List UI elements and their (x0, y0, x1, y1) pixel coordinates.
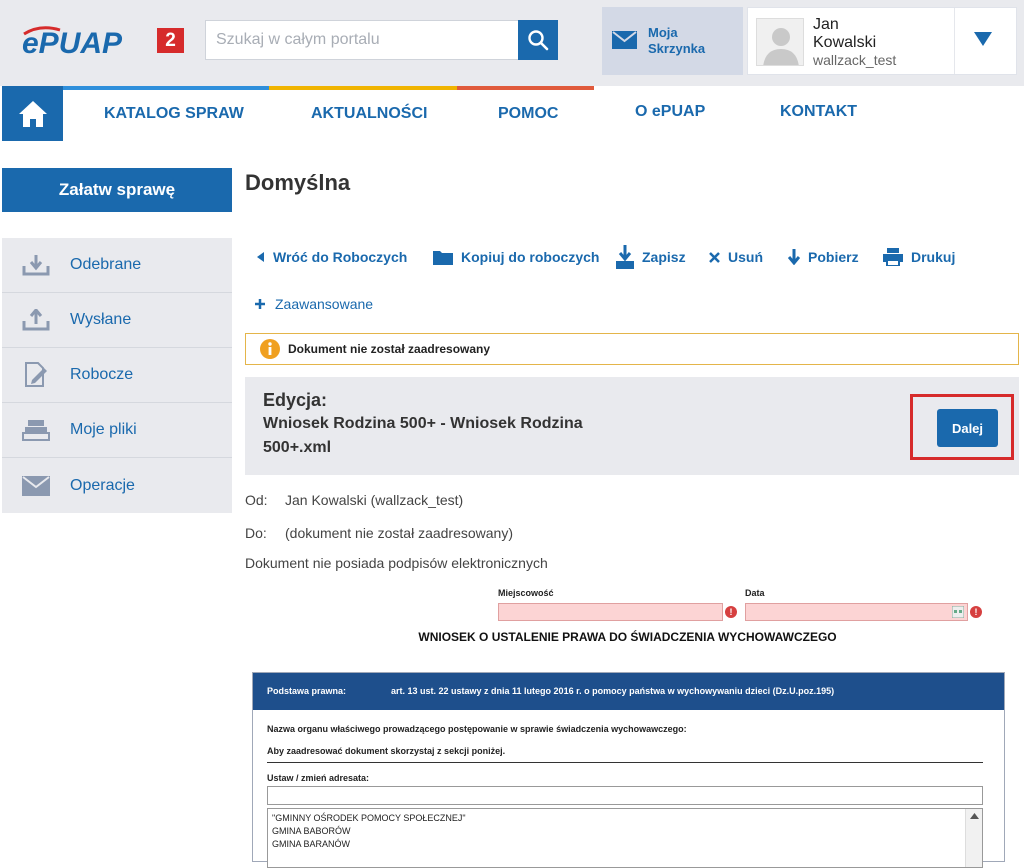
signature-note: Dokument nie posiada podpisów elektronic… (245, 555, 548, 571)
epuap-logo[interactable]: ePUAP 2 (20, 22, 190, 60)
svg-text:ePUAP: ePUAP (22, 27, 123, 58)
advanced-toggle[interactable]: Zaawansowane (255, 296, 373, 312)
nav-accent-2 (269, 86, 457, 90)
edit-label: Edycja: (263, 390, 328, 410)
search-button[interactable] (518, 20, 558, 60)
place-input[interactable] (498, 603, 723, 621)
date-label: Data (745, 588, 765, 598)
download-tray-icon (22, 255, 50, 276)
copy-to-drafts-button[interactable]: Kopiuj do roboczych (433, 244, 599, 270)
error-icon: ! (970, 606, 982, 618)
search-icon (528, 30, 549, 51)
save-button[interactable]: Zapisz (616, 244, 686, 270)
recipient-line: Do: (dokument nie został zaadresowany) (245, 525, 514, 541)
user-login: wallzack_test (813, 52, 897, 68)
application-form: Podstawa prawna: art. 13 ust. 22 ustawy … (252, 672, 1005, 868)
set-address-label: Ustaw / zmień adresata: (267, 773, 370, 783)
error-icon: ! (725, 606, 737, 618)
edit-document-icon (25, 362, 47, 387)
scroll-up-icon[interactable] (966, 809, 983, 823)
user-silhouette-icon (763, 28, 799, 65)
nav-accent-3 (457, 86, 594, 90)
arrow-down-icon (788, 249, 800, 265)
form-title: WNIOSEK O USTALENIE PRAWA DO ŚWIADCZENIA… (418, 630, 837, 644)
search-bar (205, 20, 558, 60)
mailbox-label: Moja Skrzynka (648, 25, 706, 56)
sidebar-item-odebrane[interactable]: Odebrane (2, 238, 232, 293)
folder-icon (433, 251, 453, 265)
sidebar-item-robocze[interactable]: Robocze (2, 348, 232, 403)
address-hint: Aby zaadresować dokument skorzystaj z se… (267, 746, 506, 756)
search-input[interactable] (205, 20, 518, 60)
close-icon (709, 251, 720, 263)
caret-left-icon (257, 252, 264, 262)
logo-version: 2 (165, 29, 176, 51)
chevron-down-icon[interactable] (974, 32, 992, 46)
nav-item-kontakt[interactable]: KONTAKT (780, 103, 857, 121)
my-mailbox-button[interactable]: Moja Skrzynka (602, 7, 743, 75)
place-label: Miejscowość (498, 588, 554, 598)
main-nav: KATALOG SPRAW AKTUALNOŚCI POMOC O ePUAP … (0, 86, 1024, 141)
home-button[interactable] (2, 86, 63, 141)
address-input[interactable] (267, 786, 983, 805)
sidebar-item-wyslane[interactable]: Wysłane (2, 293, 232, 348)
nav-item-o-epuap[interactable]: O ePUAP (635, 103, 705, 121)
not-addressed-warning: Dokument nie został zaadresowany (245, 333, 1019, 365)
plus-icon (255, 299, 265, 309)
printer-icon (883, 248, 903, 266)
print-button[interactable]: Drukuj (883, 244, 955, 270)
scrollbar[interactable] (965, 809, 983, 867)
next-button[interactable]: Dalej (937, 409, 998, 447)
list-item[interactable]: GMINA BABORÓW (272, 825, 978, 838)
nav-item-katalog-spraw[interactable]: KATALOG SPRAW (104, 105, 244, 123)
page-title: Domyślna (245, 170, 351, 195)
upload-tray-icon (22, 309, 50, 331)
nav-item-aktualnosci[interactable]: AKTUALNOŚCI (311, 105, 427, 123)
date-input[interactable] (745, 603, 968, 621)
user-name: Jan Kowalski (813, 16, 877, 51)
list-item[interactable]: GMINA BARANÓW (272, 838, 978, 851)
address-listbox[interactable]: "GMINNY OŚRODEK POMOCY SPOŁECZNEJ" GMINA… (267, 808, 983, 868)
avatar (756, 18, 804, 66)
back-to-drafts-button[interactable]: Wróć do Roboczych (257, 244, 407, 270)
nav-accent-1 (63, 86, 269, 90)
sidebar: Odebrane Wysłane Robocze Moje pliki Oper… (2, 238, 232, 513)
divider (267, 762, 983, 763)
calendar-icon[interactable] (952, 606, 964, 618)
envelope-icon (612, 31, 637, 49)
save-download-icon (616, 245, 634, 269)
download-button[interactable]: Pobierz (788, 244, 859, 270)
nav-item-pomoc[interactable]: POMOC (498, 105, 558, 123)
next-button-highlight: Dalej (910, 394, 1014, 460)
sidebar-item-moje-pliki[interactable]: Moje pliki (2, 403, 232, 458)
edit-panel: Edycja: Wniosek Rodzina 500+ - Wniosek R… (245, 377, 1019, 475)
list-item[interactable]: "GMINNY OŚRODEK POMOCY SPOŁECZNEJ" (272, 812, 978, 825)
handle-case-button[interactable]: Załatw sprawę (2, 168, 232, 212)
sidebar-item-operacje[interactable]: Operacje (2, 458, 232, 513)
sender-line: Od: Jan Kowalski (wallzack_test) (245, 492, 464, 508)
organ-label: Nazwa organu właściwego prowadzącego pos… (267, 724, 687, 734)
info-icon (260, 339, 280, 359)
edit-filename: Wniosek Rodzina 500+ - Wniosek Rodzina 5… (263, 415, 583, 456)
user-panel[interactable]: Jan Kowalski wallzack_test (747, 7, 1017, 75)
top-bar: ePUAP 2 Moja Skrzynka Jan Kowalski wallz… (0, 0, 1024, 86)
divider (954, 8, 955, 74)
legal-basis-header: Podstawa prawna: art. 13 ust. 22 ustawy … (253, 673, 1004, 710)
file-stack-icon (22, 420, 50, 441)
envelope-icon (22, 475, 50, 496)
home-icon (18, 100, 47, 127)
delete-button[interactable]: Usuń (709, 244, 763, 270)
